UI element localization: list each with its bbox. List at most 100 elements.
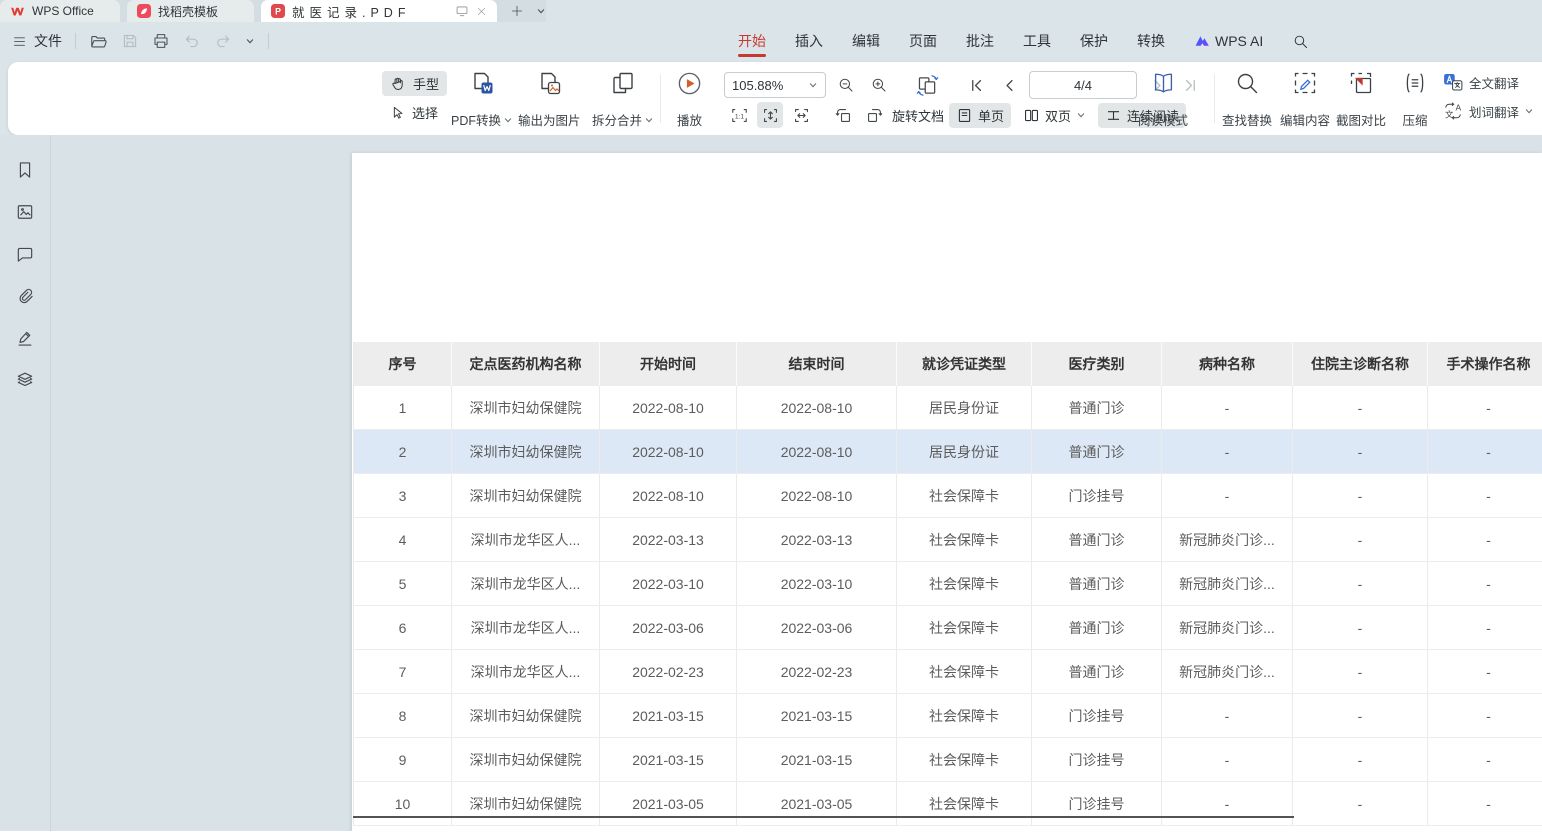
previous-page-icon: [1002, 78, 1017, 93]
table-cell: 4: [353, 518, 452, 561]
edit-content-button[interactable]: 编辑内容: [1278, 69, 1332, 130]
zoom-in-button[interactable]: [866, 72, 892, 98]
menu-tab-page[interactable]: 页面: [909, 22, 937, 60]
chevron-down-icon: [1076, 110, 1086, 120]
hand-tool-button[interactable]: 手型: [382, 71, 447, 96]
tab-document[interactable]: P 就医记录.PDF: [261, 0, 497, 22]
find-replace-label: 查找替换: [1222, 110, 1272, 129]
table-cell: 新冠肺炎门诊...: [1162, 606, 1293, 649]
compress-button[interactable]: 压缩: [1400, 69, 1430, 130]
save-icon[interactable]: [121, 32, 139, 50]
table-cell: 2022-03-10: [737, 562, 897, 605]
table-cell: 7: [353, 650, 452, 693]
screenshot-compare-button[interactable]: 截图对比: [1334, 69, 1388, 130]
menu-bar: 文件 开始插入编辑页面批注工具保护转换 WPS AI: [0, 22, 1542, 62]
table-cell: 社会保障卡: [897, 562, 1032, 605]
tab-wps-home[interactable]: WPS Office: [0, 0, 120, 22]
single-page-button[interactable]: 单页: [949, 103, 1011, 128]
table-cell: 2022-03-06: [600, 606, 737, 649]
table-cell: 社会保障卡: [897, 738, 1032, 781]
table-cell: 社会保障卡: [897, 606, 1032, 649]
split-merge-button[interactable]: 拆分合并: [590, 69, 656, 130]
sidebar-layers-button[interactable]: [13, 368, 37, 392]
pdf-convert-button[interactable]: PDF转换: [449, 69, 515, 130]
export-image-button[interactable]: 输出为图片: [516, 69, 583, 130]
find-replace-button[interactable]: 查找替换: [1220, 69, 1274, 130]
undo-icon[interactable]: [183, 32, 201, 50]
column-header: 开始时间: [600, 342, 737, 386]
table-row: 3深圳市妇幼保健院2022-08-102022-08-10社会保障卡门诊挂号--…: [353, 474, 1542, 518]
table-cell: -: [1293, 694, 1428, 737]
page-indicator-input[interactable]: [1029, 71, 1137, 99]
sidebar-signature-button[interactable]: [13, 326, 37, 350]
read-mode-button[interactable]: 阅读模式: [1136, 69, 1190, 130]
first-page-button[interactable]: [963, 72, 989, 98]
layers-icon: [15, 370, 35, 390]
tab-docer[interactable]: 找稻壳模板: [127, 0, 254, 22]
menu-tab-wps-ai[interactable]: WPS AI: [1194, 22, 1263, 60]
tab-label: 找稻壳模板: [158, 3, 218, 20]
pdf-page[interactable]: 序号定点医药机构名称开始时间结束时间就诊凭证类型医疗类别病种名称住院主诊断名称手…: [352, 153, 1542, 837]
sidebar-bookmark-button[interactable]: [13, 158, 37, 182]
sidebar-thumbnail-button[interactable]: [13, 200, 37, 224]
menu-tab-protect[interactable]: 保护: [1080, 22, 1108, 60]
sidebar-attachment-button[interactable]: [13, 284, 37, 308]
pdf-file-icon: P: [271, 4, 285, 18]
new-tab-icon[interactable]: [510, 4, 524, 18]
table-row: 1深圳市妇幼保健院2022-08-102022-08-10居民身份证普通门诊--…: [353, 386, 1542, 430]
close-tab-icon[interactable]: [476, 6, 487, 17]
chevron-down-icon: [503, 115, 513, 125]
monitor-icon[interactable]: [455, 4, 469, 18]
redo-icon[interactable]: [214, 32, 232, 50]
fit-page-button[interactable]: [757, 102, 783, 128]
previous-page-button[interactable]: [996, 72, 1022, 98]
menubar-search-button[interactable]: [1292, 22, 1309, 60]
menu-tab-insert[interactable]: 插入: [795, 22, 823, 60]
table-cell: 门诊挂号: [1032, 694, 1162, 737]
menu-tab-comment[interactable]: 批注: [966, 22, 994, 60]
hamburger-icon: [12, 34, 27, 49]
sidebar-comment-button[interactable]: [13, 242, 37, 266]
zoom-level-select[interactable]: 105.88%: [724, 72, 826, 98]
quickbar-more-icon[interactable]: [245, 36, 255, 46]
menu-tab-tools[interactable]: 工具: [1023, 22, 1051, 60]
actual-size-button[interactable]: 1:1: [726, 102, 752, 128]
menu-tab-convert[interactable]: 转换: [1137, 22, 1165, 60]
docer-icon: [137, 4, 151, 18]
zoom-level-value: 105.88%: [732, 78, 783, 93]
menu-tab-home[interactable]: 开始: [738, 22, 766, 60]
table-row: 5深圳市龙华区人...2022-03-102022-03-10社会保障卡普通门诊…: [353, 562, 1542, 606]
column-header: 医疗类别: [1032, 342, 1162, 386]
pdf-convert-icon: [469, 70, 495, 96]
rotate-right-button[interactable]: [861, 102, 887, 128]
rotate-right-icon: [865, 106, 884, 125]
table-cell: 2022-08-10: [600, 430, 737, 473]
tab-list-chevron-icon[interactable]: [536, 6, 546, 16]
zoom-out-button[interactable]: [833, 72, 859, 98]
rotate-left-button[interactable]: [830, 102, 856, 128]
fit-width-button[interactable]: [788, 102, 814, 128]
table-cell: 深圳市龙华区人...: [452, 650, 600, 693]
table-bottom-border: [353, 816, 1294, 818]
swap-pages-icon: [915, 73, 940, 98]
table-cell: 普通门诊: [1032, 430, 1162, 473]
thumbnail-icon: [15, 202, 35, 222]
table-cell: -: [1428, 738, 1542, 781]
double-page-button[interactable]: 双页: [1016, 103, 1093, 128]
screenshot-compare-icon: [1348, 70, 1374, 96]
table-cell: -: [1162, 738, 1293, 781]
wps-logo-icon: [10, 4, 25, 19]
table-cell: 社会保障卡: [897, 518, 1032, 561]
full-translate-button[interactable]: 全文翻译: [1442, 71, 1534, 93]
toolbar-divider: [660, 74, 661, 123]
play-button[interactable]: 播放: [674, 69, 705, 130]
table-cell: 社会保障卡: [897, 474, 1032, 517]
file-menu-button[interactable]: 文件: [12, 31, 62, 51]
menu-tab-edit[interactable]: 编辑: [852, 22, 880, 60]
wps-ai-label: WPS AI: [1215, 33, 1263, 49]
word-translate-button[interactable]: 文A 划词翻译: [1442, 100, 1534, 122]
print-icon[interactable]: [152, 32, 170, 50]
open-file-icon[interactable]: [89, 32, 108, 51]
replace-pages-button[interactable]: [914, 72, 940, 98]
select-tool-button[interactable]: 选择: [382, 100, 447, 125]
